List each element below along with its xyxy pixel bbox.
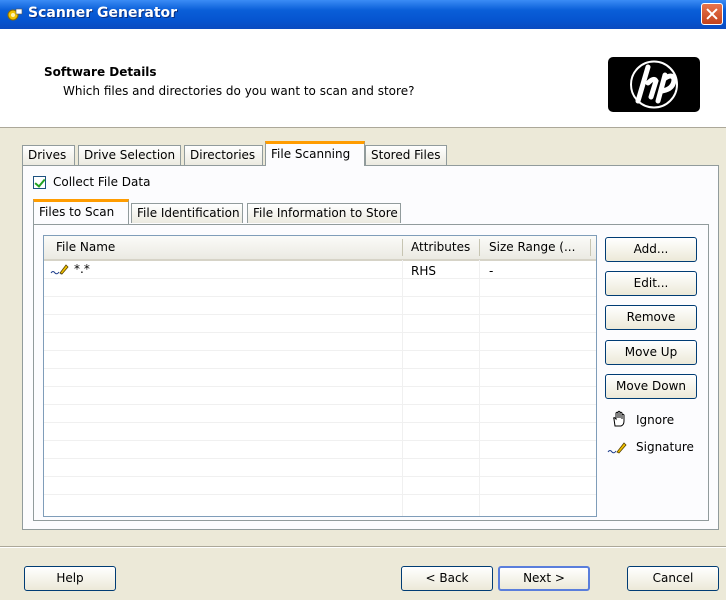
- size-range-cell: -: [489, 264, 494, 278]
- collect-file-data-checkbox[interactable]: [33, 176, 46, 189]
- column-header-attributes[interactable]: Attributes: [411, 240, 481, 254]
- edit-button[interactable]: Edit...: [605, 271, 697, 296]
- back-button[interactable]: < Back: [401, 566, 493, 591]
- window-title: Scanner Generator: [28, 5, 178, 21]
- tab-drives[interactable]: Drives: [22, 145, 75, 165]
- cancel-button[interactable]: Cancel: [627, 566, 719, 591]
- app-icon: [7, 8, 23, 21]
- tab-stored-files[interactable]: Stored Files: [365, 145, 447, 165]
- footer-separator: [0, 546, 726, 548]
- close-button[interactable]: [701, 3, 723, 25]
- move-down-button[interactable]: Move Down: [605, 374, 697, 399]
- add-button[interactable]: Add...: [605, 237, 697, 262]
- hand-icon: [613, 410, 625, 427]
- legend-ignore-label: Ignore: [636, 413, 675, 427]
- next-button[interactable]: Next >: [498, 566, 590, 591]
- column-header-file-name[interactable]: File Name: [56, 240, 396, 254]
- tab-file-scanning[interactable]: File Scanning: [265, 141, 365, 166]
- page-subtitle: Which files and directories do you want …: [63, 84, 415, 98]
- collect-file-data-label[interactable]: Collect File Data: [53, 175, 150, 189]
- legend-signature-label: Signature: [636, 440, 694, 454]
- file-list[interactable]: File Name Attributes Size Range (... *.*…: [43, 235, 597, 517]
- move-up-button[interactable]: Move Up: [605, 340, 697, 365]
- file-name-cell: *.*: [74, 262, 90, 276]
- subtab-file-information-to-store[interactable]: File Information to Store: [247, 203, 401, 223]
- subtab-file-identification[interactable]: File Identification: [131, 203, 243, 223]
- page-title: Software Details: [44, 65, 157, 79]
- subtab-files-to-scan[interactable]: Files to Scan: [33, 199, 129, 224]
- signature-icon: [607, 442, 627, 454]
- tab-drive-selection[interactable]: Drive Selection: [78, 145, 181, 165]
- list-header: File Name Attributes Size Range (...: [44, 236, 596, 261]
- signature-icon: [50, 264, 69, 275]
- remove-button[interactable]: Remove: [605, 305, 697, 330]
- title-bar: Scanner Generator: [0, 0, 726, 29]
- hp-logo: ®: [608, 57, 700, 112]
- tab-directories[interactable]: Directories: [184, 145, 263, 165]
- table-row[interactable]: *.* RHS -: [44, 261, 596, 278]
- svg-text:®: ®: [688, 62, 694, 69]
- column-header-size-range[interactable]: Size Range (...: [489, 240, 581, 254]
- attributes-cell: RHS: [411, 264, 436, 278]
- help-button[interactable]: Help: [24, 566, 116, 591]
